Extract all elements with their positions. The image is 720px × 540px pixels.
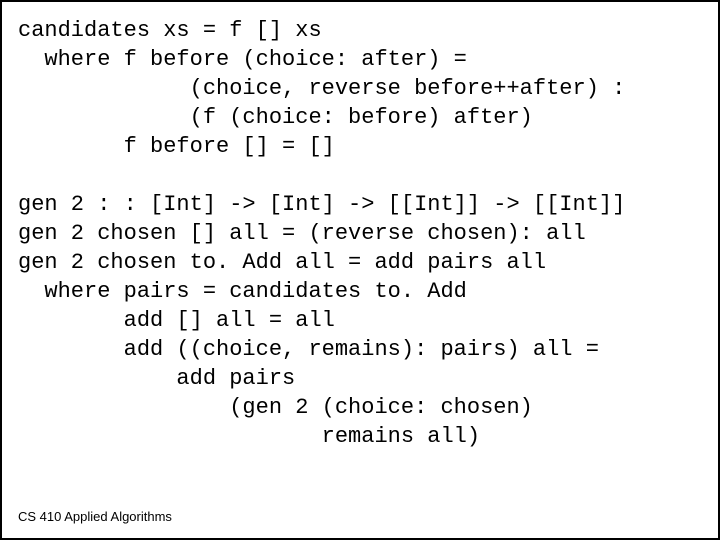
code-line: (choice, reverse before++after) : bbox=[18, 76, 625, 101]
code-line: add pairs bbox=[18, 366, 295, 391]
code-line: add ((choice, remains): pairs) all = bbox=[18, 337, 599, 362]
code-line: gen 2 : : [Int] -> [Int] -> [[Int]] -> [… bbox=[18, 192, 625, 217]
code-line: candidates xs = f [] xs bbox=[18, 18, 322, 43]
code-line: (f (choice: before) after) bbox=[18, 105, 533, 130]
code-line: gen 2 chosen [] all = (reverse chosen): … bbox=[18, 221, 586, 246]
code-line: f before [] = [] bbox=[18, 134, 335, 159]
code-line: where pairs = candidates to. Add bbox=[18, 279, 467, 304]
code-line: where f before (choice: after) = bbox=[18, 47, 467, 72]
code-line: gen 2 chosen to. Add all = add pairs all bbox=[18, 250, 546, 275]
code-line: (gen 2 (choice: chosen) bbox=[18, 395, 533, 420]
code-line: add [] all = all bbox=[18, 308, 335, 333]
code-block: candidates xs = f [] xs where f before (… bbox=[18, 16, 702, 451]
slide-footer: CS 410 Applied Algorithms bbox=[18, 509, 172, 524]
slide-frame: candidates xs = f [] xs where f before (… bbox=[0, 0, 720, 540]
code-line: remains all) bbox=[18, 424, 480, 449]
